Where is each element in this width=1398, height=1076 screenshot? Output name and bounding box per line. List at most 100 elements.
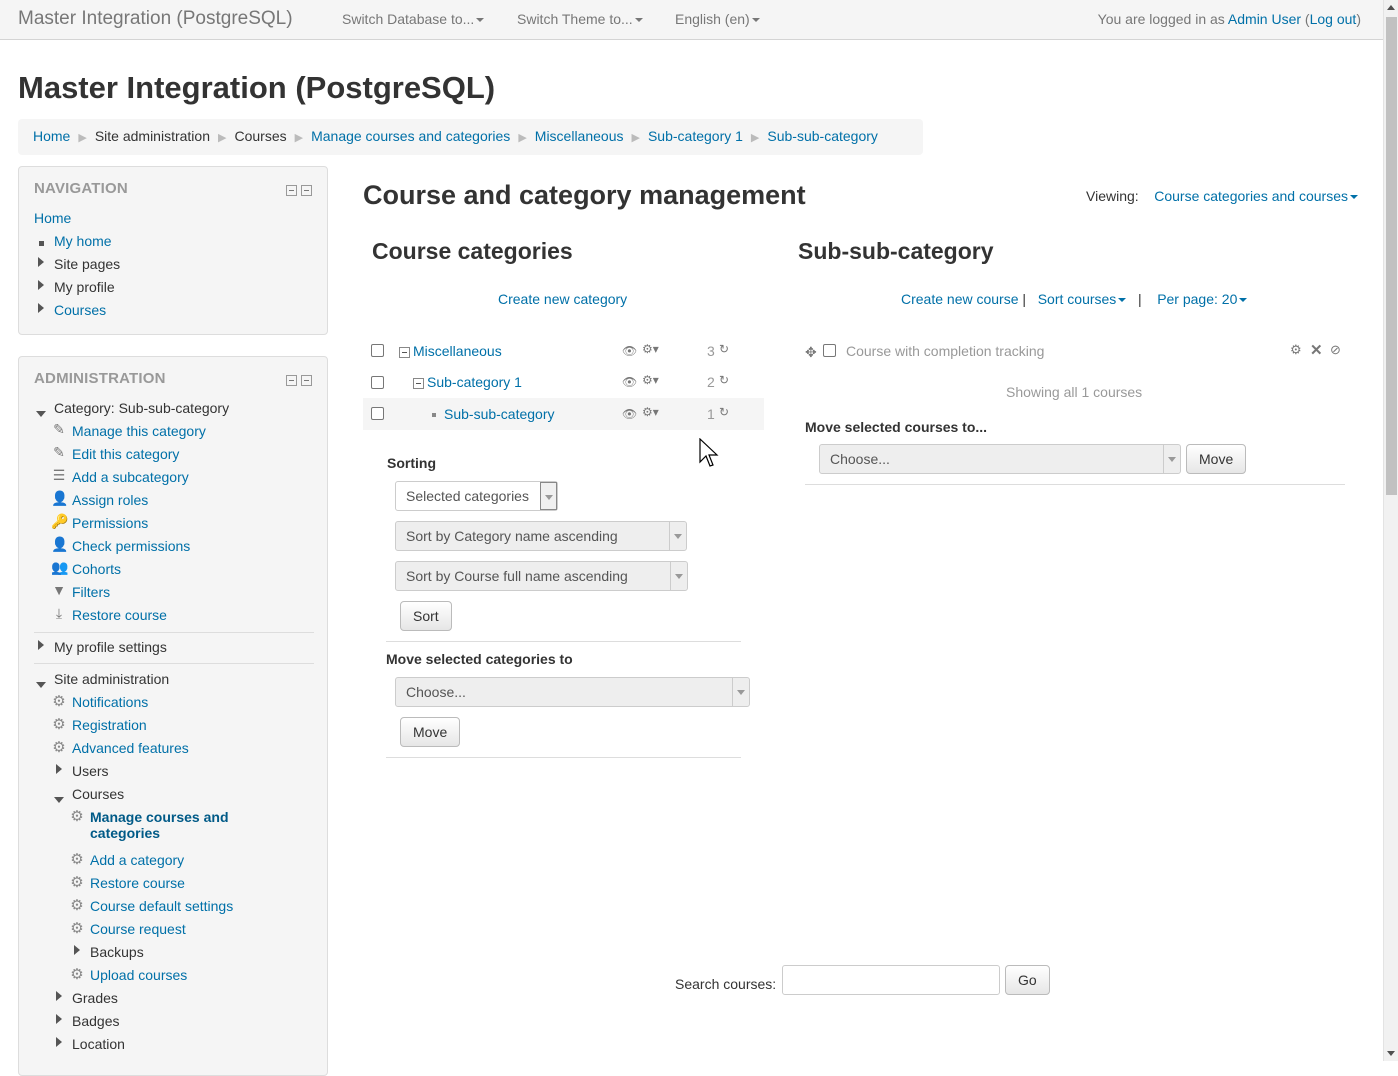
advanced-features-link[interactable]: Advanced features	[72, 740, 189, 756]
move-handle-icon[interactable]: ✥	[805, 344, 817, 361]
scroll-down-arrow[interactable]	[1387, 1051, 1395, 1056]
refresh-icon[interactable]: ↻	[719, 405, 729, 419]
collapse-tree-icon[interactable]	[36, 411, 46, 417]
gear-menu-icon[interactable]: ⚙▾	[642, 342, 659, 356]
user-link[interactable]: Admin User	[1228, 11, 1301, 27]
my-profile-settings[interactable]: My profile settings	[54, 639, 167, 655]
course-default-settings-link[interactable]: Course default settings	[90, 898, 233, 914]
filters-link[interactable]: Filters	[72, 584, 110, 600]
category-link-subcategory1[interactable]: Sub-category 1	[427, 374, 522, 390]
logout-link[interactable]: Log out	[1310, 11, 1357, 27]
delete-icon[interactable]: ✕	[1310, 341, 1323, 359]
dock-icon[interactable]	[301, 185, 312, 196]
move-courses-button[interactable]: Move	[1186, 444, 1247, 474]
per-page-menu[interactable]: Per page: 20	[1157, 291, 1248, 307]
dock-icon[interactable]	[301, 375, 312, 386]
backups-node[interactable]: Backups	[90, 944, 144, 960]
hide-icon[interactable]: ⊘	[1330, 342, 1341, 358]
expand-icon[interactable]	[56, 1014, 62, 1024]
eye-icon[interactable]: 👁	[622, 344, 637, 358]
create-course-link[interactable]: Create new course	[901, 291, 1019, 307]
breadcrumb-home[interactable]: Home	[33, 128, 70, 144]
users-node[interactable]: Users	[72, 763, 109, 779]
nav-my-profile[interactable]: My profile	[54, 279, 115, 295]
gear-icon[interactable]: ⚙	[1290, 342, 1302, 358]
sort-course-select[interactable]: Sort by Course full name ascending	[395, 561, 688, 591]
permissions-link[interactable]: Permissions	[72, 515, 148, 531]
add-category-link[interactable]: Add a category	[90, 852, 184, 868]
cohorts-link[interactable]: Cohorts	[72, 561, 121, 577]
move-courses-select[interactable]: Choose...	[819, 444, 1181, 474]
category-checkbox[interactable]	[371, 376, 384, 389]
collapse-icon[interactable]	[413, 377, 424, 389]
nav-my-home[interactable]: My home	[54, 233, 112, 249]
nav-courses[interactable]: Courses	[54, 302, 106, 318]
sort-button[interactable]: Sort	[400, 601, 452, 631]
expand-icon[interactable]	[38, 257, 44, 267]
eye-icon[interactable]: 👁	[622, 407, 637, 421]
block-controls[interactable]	[282, 373, 312, 389]
move-categories-button[interactable]: Move	[400, 717, 461, 747]
viewing-dropdown[interactable]: Course categories and courses	[1154, 188, 1359, 204]
check-permissions-link[interactable]: Check permissions	[72, 538, 190, 554]
expand-icon[interactable]	[38, 640, 44, 650]
nav-site-pages[interactable]: Site pages	[54, 256, 120, 272]
page-scrollbar[interactable]	[1383, 0, 1398, 1061]
expand-icon[interactable]	[38, 303, 44, 313]
collapse-tree-icon[interactable]	[54, 797, 64, 803]
search-go-button[interactable]: Go	[1005, 965, 1050, 995]
block-controls[interactable]	[282, 183, 312, 199]
registration-link[interactable]: Registration	[72, 717, 147, 733]
collapse-tree-icon[interactable]	[36, 682, 46, 688]
category-node[interactable]: Category: Sub-sub-category	[54, 400, 229, 416]
manage-this-category-link[interactable]: Manage this category	[72, 423, 206, 439]
category-checkbox[interactable]	[371, 344, 384, 357]
gear-menu-icon[interactable]: ⚙▾	[642, 373, 659, 387]
breadcrumb-subsubcategory[interactable]: Sub-sub-category	[767, 128, 878, 144]
restore-course-link[interactable]: Restore course	[72, 607, 167, 623]
site-brand[interactable]: Master Integration (PostgreSQL)	[18, 8, 293, 30]
gear-menu-icon[interactable]: ⚙▾	[642, 405, 659, 419]
edit-category-link[interactable]: Edit this category	[72, 446, 179, 462]
switch-database-menu[interactable]: Switch Database to...	[342, 11, 485, 27]
sort-courses-menu[interactable]: Sort courses	[1038, 291, 1127, 307]
expand-icon[interactable]	[38, 280, 44, 290]
breadcrumb-manage[interactable]: Manage courses and categories	[311, 128, 510, 144]
collapse-icon[interactable]	[399, 346, 410, 358]
course-request-link[interactable]: Course request	[90, 921, 186, 937]
nav-home[interactable]: Home	[34, 210, 71, 226]
category-link-miscellaneous[interactable]: Miscellaneous	[413, 343, 502, 359]
category-checkbox[interactable]	[371, 407, 384, 420]
scroll-thumb[interactable]	[1386, 17, 1397, 495]
scroll-up-arrow[interactable]	[1387, 5, 1395, 10]
expand-icon[interactable]	[56, 991, 62, 1001]
add-subcategory-link[interactable]: Add a subcategory	[72, 469, 189, 485]
course-checkbox[interactable]	[823, 344, 836, 357]
collapse-icon[interactable]	[286, 375, 297, 386]
refresh-icon[interactable]: ↻	[719, 373, 729, 387]
sort-scope-select[interactable]: Selected categories	[395, 481, 558, 511]
site-administration-node[interactable]: Site administration	[54, 671, 169, 687]
create-category-link[interactable]: Create new category	[498, 291, 627, 307]
restore-course-admin-link[interactable]: Restore course	[90, 875, 185, 891]
courses-node[interactable]: Courses	[72, 786, 124, 802]
upload-courses-link[interactable]: Upload courses	[90, 967, 187, 983]
category-link-subsubcategory[interactable]: Sub-sub-category	[444, 406, 555, 422]
collapse-icon[interactable]	[286, 185, 297, 196]
expand-icon[interactable]	[74, 945, 80, 955]
breadcrumb-subcategory1[interactable]: Sub-category 1	[648, 128, 743, 144]
switch-theme-menu[interactable]: Switch Theme to...	[517, 11, 643, 27]
search-courses-input[interactable]	[782, 965, 1000, 995]
manage-courses-active-link[interactable]: Manage courses and categories	[90, 809, 229, 841]
assign-roles-link[interactable]: Assign roles	[72, 492, 148, 508]
location-node[interactable]: Location	[72, 1036, 125, 1052]
move-categories-select[interactable]: Choose...	[395, 677, 750, 707]
expand-icon[interactable]	[56, 1037, 62, 1047]
sort-category-select[interactable]: Sort by Category name ascending	[395, 521, 687, 551]
breadcrumb-miscellaneous[interactable]: Miscellaneous	[535, 128, 624, 144]
eye-icon[interactable]: 👁	[622, 375, 637, 389]
grades-node[interactable]: Grades	[72, 990, 118, 1006]
course-name[interactable]: Course with completion tracking	[846, 343, 1044, 359]
badges-node[interactable]: Badges	[72, 1013, 119, 1029]
expand-icon[interactable]	[56, 764, 62, 774]
